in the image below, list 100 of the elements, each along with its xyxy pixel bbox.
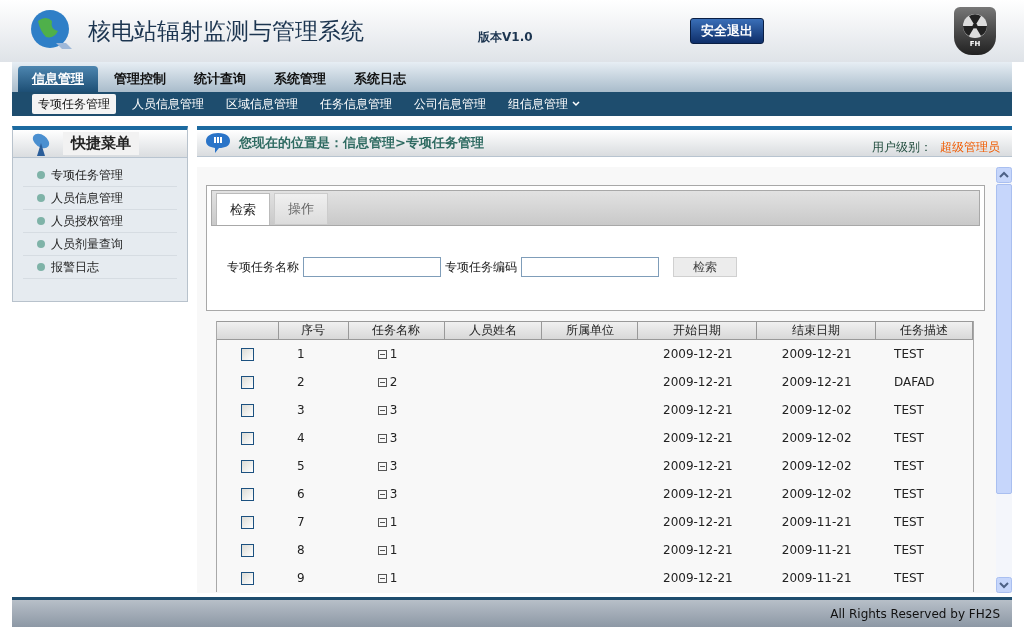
table-cell-text: 2009-12-21	[663, 570, 733, 587]
collapse-icon[interactable]	[377, 405, 387, 415]
table-cell-text: TEST	[894, 542, 924, 559]
column-header: 序号	[278, 322, 349, 339]
table-cell-text: TEST	[894, 402, 924, 419]
table-cell-text: 2009-11-21	[781, 570, 852, 587]
row-checkbox[interactable]	[241, 347, 255, 361]
panel-tab[interactable]: 操作	[274, 193, 328, 225]
column-header: 所属单位	[541, 322, 639, 339]
table-cell-text: 2009-11-21	[781, 542, 852, 559]
row-checkbox[interactable]	[241, 375, 255, 389]
table-cell-text: 5	[296, 458, 305, 475]
chevron-down-icon	[572, 101, 580, 107]
collapse-icon[interactable]	[377, 377, 387, 387]
table-cell-text: 1	[389, 346, 398, 363]
version-label: 版本V1.0	[478, 29, 534, 46]
table-cell-text: 2009-12-21	[663, 402, 733, 419]
row-checkbox[interactable]	[241, 487, 255, 501]
search-input-field[interactable]	[303, 257, 441, 277]
sidebar-item-label: 专项任务管理	[51, 167, 123, 184]
scrollbar[interactable]	[996, 167, 1012, 593]
row-checkbox[interactable]	[241, 515, 255, 529]
table-cell-text: 3	[389, 458, 398, 475]
table-cell-text: 1	[296, 346, 305, 363]
sub-nav-item[interactable]: 公司信息管理	[408, 94, 492, 114]
sidebar-title: 快捷菜单	[63, 132, 139, 155]
copyright-text: All Rights Reserved by FH2S	[830, 605, 1000, 623]
table-cell-text: 2009-12-02	[781, 486, 852, 503]
column-header: 任务描述	[876, 322, 973, 339]
table-cell-text: TEST	[894, 430, 924, 447]
column-header: 任务名称	[348, 322, 445, 339]
table-cell-text: TEST	[894, 458, 924, 475]
table-cell-text: 2009-12-02	[781, 430, 852, 447]
table-cell-text: TEST	[894, 570, 924, 587]
row-checkbox[interactable]	[241, 571, 255, 585]
bullet-icon	[37, 171, 45, 179]
logout-button[interactable]: 安全退出	[690, 18, 764, 44]
collapse-icon[interactable]	[377, 545, 387, 555]
table-cell-text: 3	[389, 486, 398, 503]
table-cell-text: 2009-12-21	[663, 486, 733, 503]
sidebar-item[interactable]: 人员授权管理	[23, 210, 177, 233]
column-header: 结束日期	[757, 322, 877, 339]
table-cell-text: 2	[296, 374, 305, 391]
row-checkbox[interactable]	[241, 431, 255, 445]
breadcrumb-text: 您现在的位置是：信息管理>专项任务管理	[239, 134, 485, 153]
table-cell-text: 3	[296, 402, 305, 419]
collapse-icon[interactable]	[377, 517, 387, 527]
table-cell-text: 8	[296, 542, 305, 559]
sidebar-item-label: 人员信息管理	[51, 190, 123, 207]
field-label: 专项任务编码	[445, 259, 517, 276]
bullet-icon	[37, 217, 45, 225]
sidebar-item[interactable]: 人员信息管理	[23, 187, 177, 210]
field-label: 专项任务名称	[227, 259, 299, 276]
scroll-up-icon[interactable]	[996, 167, 1012, 183]
collapse-icon[interactable]	[377, 489, 387, 499]
row-checkbox[interactable]	[241, 543, 255, 557]
sidebar-item[interactable]: 人员剂量查询	[23, 233, 177, 256]
collapse-icon[interactable]	[377, 461, 387, 471]
table-cell-text: 2009-12-21	[663, 430, 733, 447]
sidebar-item[interactable]: 报警日志	[23, 256, 177, 279]
sidebar-item[interactable]: 专项任务管理	[23, 164, 177, 187]
sidebar-item-label: 报警日志	[51, 259, 99, 276]
collapse-icon[interactable]	[377, 349, 387, 359]
bullet-icon	[37, 194, 45, 202]
sub-nav-item[interactable]: 专项任务管理	[32, 94, 116, 114]
scroll-thumb[interactable]	[996, 184, 1012, 494]
table-cell-text: 2009-12-21	[663, 514, 733, 531]
table-cell-text: 1	[389, 514, 398, 531]
sub-nav-item[interactable]: 组信息管理	[502, 94, 586, 114]
table-cell-text: 2	[389, 374, 398, 391]
sub-nav-item[interactable]: 人员信息管理	[126, 94, 210, 114]
table-cell-text: 4	[296, 430, 305, 447]
table-cell-text: 2009-12-21	[663, 374, 733, 391]
row-checkbox[interactable]	[241, 403, 255, 417]
search-input-field[interactable]	[521, 257, 659, 277]
sub-nav-item[interactable]: 区域信息管理	[220, 94, 304, 114]
radiation-icon	[962, 12, 988, 39]
table-cell-text: 2009-12-21	[663, 346, 733, 363]
collapse-icon[interactable]	[377, 573, 387, 583]
table-cell-text: 2009-12-21	[781, 346, 852, 363]
search-button[interactable]: 检索	[673, 257, 737, 277]
app-title: 核电站辐射监测与管理系统	[88, 16, 365, 46]
table-cell-text: TEST	[894, 486, 924, 503]
table-cell-text: 2009-12-21	[663, 458, 733, 475]
column-header: 开始日期	[638, 322, 758, 339]
main-nav-tab[interactable]: 统计查询	[182, 66, 258, 92]
bullet-icon	[37, 240, 45, 248]
row-checkbox[interactable]	[241, 459, 255, 473]
collapse-icon[interactable]	[377, 433, 387, 443]
main-nav-tab[interactable]: 系统管理	[262, 66, 338, 92]
panel-tab[interactable]: 检索	[216, 193, 270, 225]
main-nav-tab[interactable]: 系统日志	[342, 66, 418, 92]
main-nav-tab[interactable]: 管理控制	[102, 66, 178, 92]
scroll-down-icon[interactable]	[996, 577, 1012, 593]
main-nav-tab[interactable]: 信息管理	[18, 66, 98, 92]
table-cell-text: 2009-12-02	[781, 458, 852, 475]
sub-nav-item[interactable]: 任务信息管理	[314, 94, 398, 114]
table-cell-text: TEST	[894, 514, 924, 531]
table-cell-text: 2009-12-21	[781, 374, 852, 391]
speech-bubble-icon	[205, 132, 231, 154]
